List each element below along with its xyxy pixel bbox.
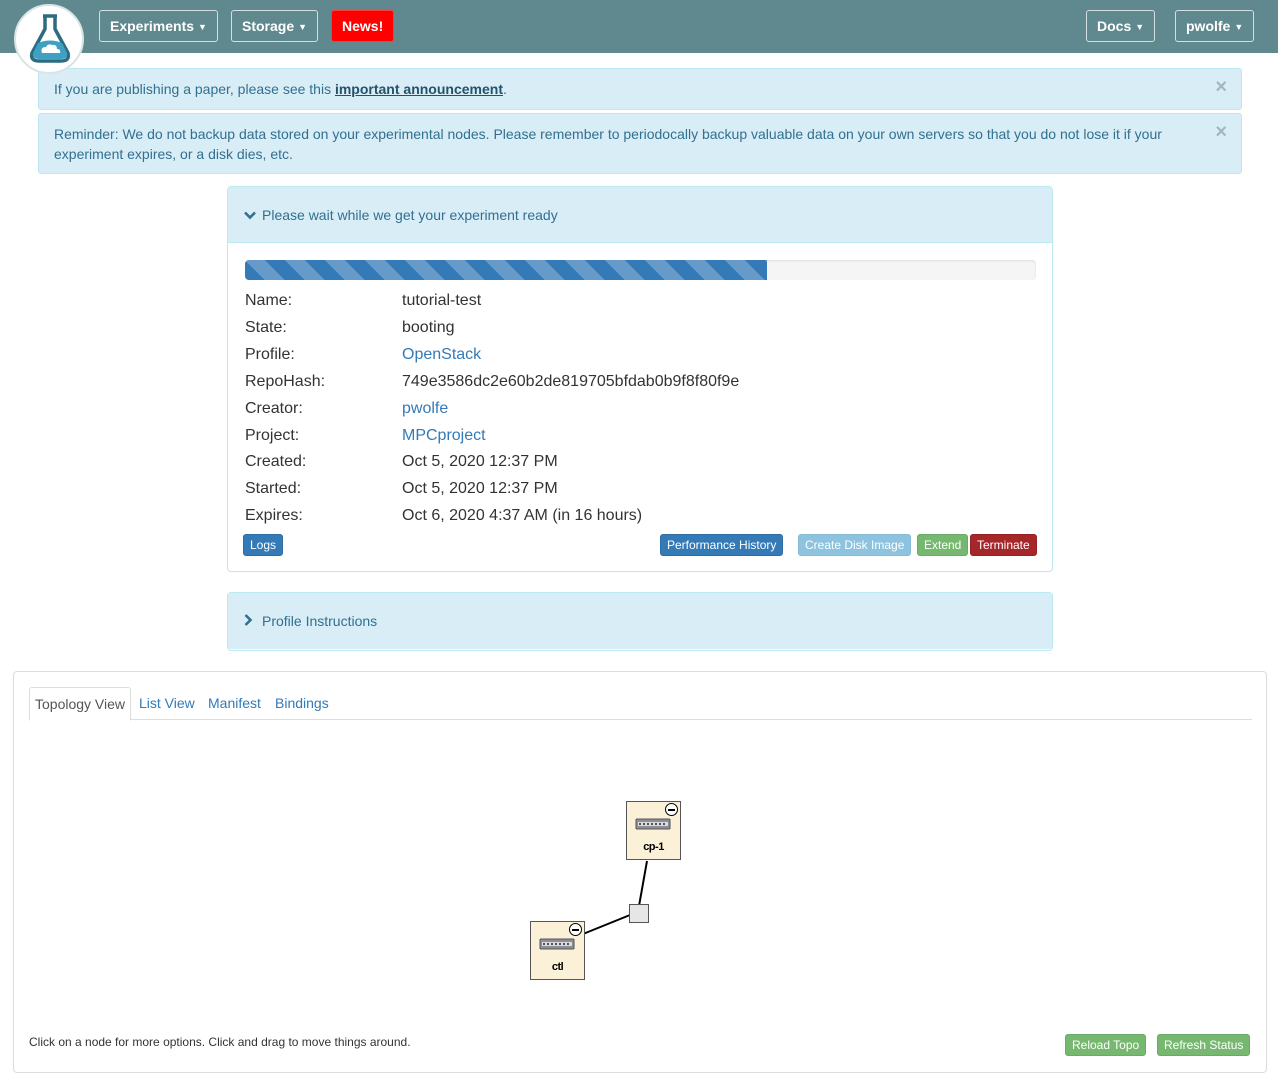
switch-icon [635, 818, 671, 830]
important-announcement-link[interactable]: important announcement [335, 81, 503, 97]
node-cp-1[interactable]: cp-1 [626, 801, 681, 860]
started-value: Oct 5, 2020 12:37 PM [402, 480, 558, 497]
extend-button[interactable]: Extend [917, 534, 969, 556]
minus-circle-icon[interactable] [569, 923, 582, 936]
backup-reminder-alert: Reminder: We do not backup data stored o… [38, 113, 1242, 174]
experiments-menu-button[interactable]: Experiments ▼ [99, 10, 218, 42]
lan-box-icon[interactable] [629, 904, 649, 923]
close-icon[interactable]: × [1215, 77, 1227, 97]
expires-value: Oct 6, 2020 4:37 AM (in 16 hours) [402, 507, 643, 524]
chevron-down-icon [244, 187, 258, 243]
topology-hint: Click on a node for more options. Click … [29, 1035, 411, 1049]
switch-icon [539, 938, 575, 950]
logs-button[interactable]: Logs [243, 534, 284, 556]
experiment-progress [245, 260, 1036, 280]
announcement-period: . [502, 81, 507, 97]
experiment-name-value: tutorial-test [402, 292, 482, 309]
flask-cloud-icon [29, 14, 71, 63]
topology-well: Topology View List View Manifest Binding… [13, 671, 1267, 1073]
experiment-state-value: booting [402, 319, 455, 336]
info-label: RepoHash: [245, 373, 326, 390]
minus-circle-icon[interactable] [665, 803, 678, 816]
info-label: State: [245, 319, 287, 336]
status-panel-header[interactable]: Please wait while we get your experiment… [228, 187, 1052, 243]
info-label: Started: [245, 480, 302, 497]
backup-reminder-text: Reminder: We do not backup data stored o… [54, 126, 1162, 162]
reload-topo-button[interactable]: Reload Topo [1065, 1034, 1147, 1056]
close-icon[interactable]: × [1215, 122, 1227, 142]
caret-down-icon: ▼ [298, 22, 308, 32]
experiments-menu-label: Experiments [110, 18, 195, 34]
status-panel-title: Please wait while we get your experiment… [262, 207, 558, 223]
announcement-text: If you are publishing a paper, please se… [54, 81, 335, 97]
docs-menu-button[interactable]: Docs ▼ [1086, 10, 1156, 42]
experiment-status-panel: Please wait while we get your experiment… [227, 186, 1053, 572]
link-cp1-lan [638, 860, 648, 907]
announcement-alert: If you are publishing a paper, please se… [38, 68, 1242, 110]
profile-instructions-panel: Profile Instructions [227, 592, 1053, 651]
refresh-status-button[interactable]: Refresh Status [1157, 1034, 1251, 1056]
creator-link[interactable]: pwolfe [402, 399, 448, 419]
caret-down-icon: ▼ [1234, 22, 1244, 32]
create-disk-image-button[interactable]: Create Disk Image [798, 534, 912, 556]
terminate-button[interactable]: Terminate [970, 534, 1037, 556]
caret-down-icon: ▼ [1135, 22, 1145, 32]
node-label: cp-1 [643, 841, 664, 853]
created-value: Oct 5, 2020 12:37 PM [402, 453, 558, 470]
caret-down-icon: ▼ [198, 22, 207, 32]
info-label: Created: [245, 453, 307, 470]
info-label: Name: [245, 292, 293, 309]
node-ctl[interactable]: ctl [530, 921, 585, 980]
storage-menu-label: Storage [242, 18, 295, 34]
progress-bar-fill [245, 260, 768, 280]
user-menu-button[interactable]: pwolfe ▼ [1175, 10, 1255, 42]
project-link[interactable]: MPCproject [402, 426, 486, 446]
topology-canvas[interactable] [14, 672, 1268, 1074]
repohash-value: 749e3586dc2e60b2de819705bfdab0b9f8f80f9e [402, 373, 740, 390]
top-navbar: Experiments ▼ Storage ▼ News! Docs ▼ pwolfe… [0, 0, 1278, 53]
site-logo[interactable] [14, 4, 84, 74]
chevron-right-icon [244, 593, 258, 649]
info-label: Profile: [245, 346, 295, 363]
user-menu-label: pwolfe [1186, 18, 1231, 34]
news-label: News! [342, 18, 384, 34]
performance-history-button[interactable]: Performance History [660, 534, 784, 556]
docs-menu-label: Docs [1097, 18, 1132, 34]
profile-link[interactable]: OpenStack [402, 345, 481, 365]
news-button[interactable]: News! [331, 10, 395, 42]
info-label: Creator: [245, 400, 303, 417]
profile-instructions-header[interactable]: Profile Instructions [228, 593, 1052, 649]
info-label: Project: [245, 427, 300, 444]
info-label: Expires: [245, 507, 303, 524]
profile-instructions-title: Profile Instructions [262, 613, 378, 629]
node-label: ctl [551, 961, 564, 973]
link-ctl-lan [582, 914, 631, 935]
storage-menu-button[interactable]: Storage ▼ [231, 10, 319, 42]
